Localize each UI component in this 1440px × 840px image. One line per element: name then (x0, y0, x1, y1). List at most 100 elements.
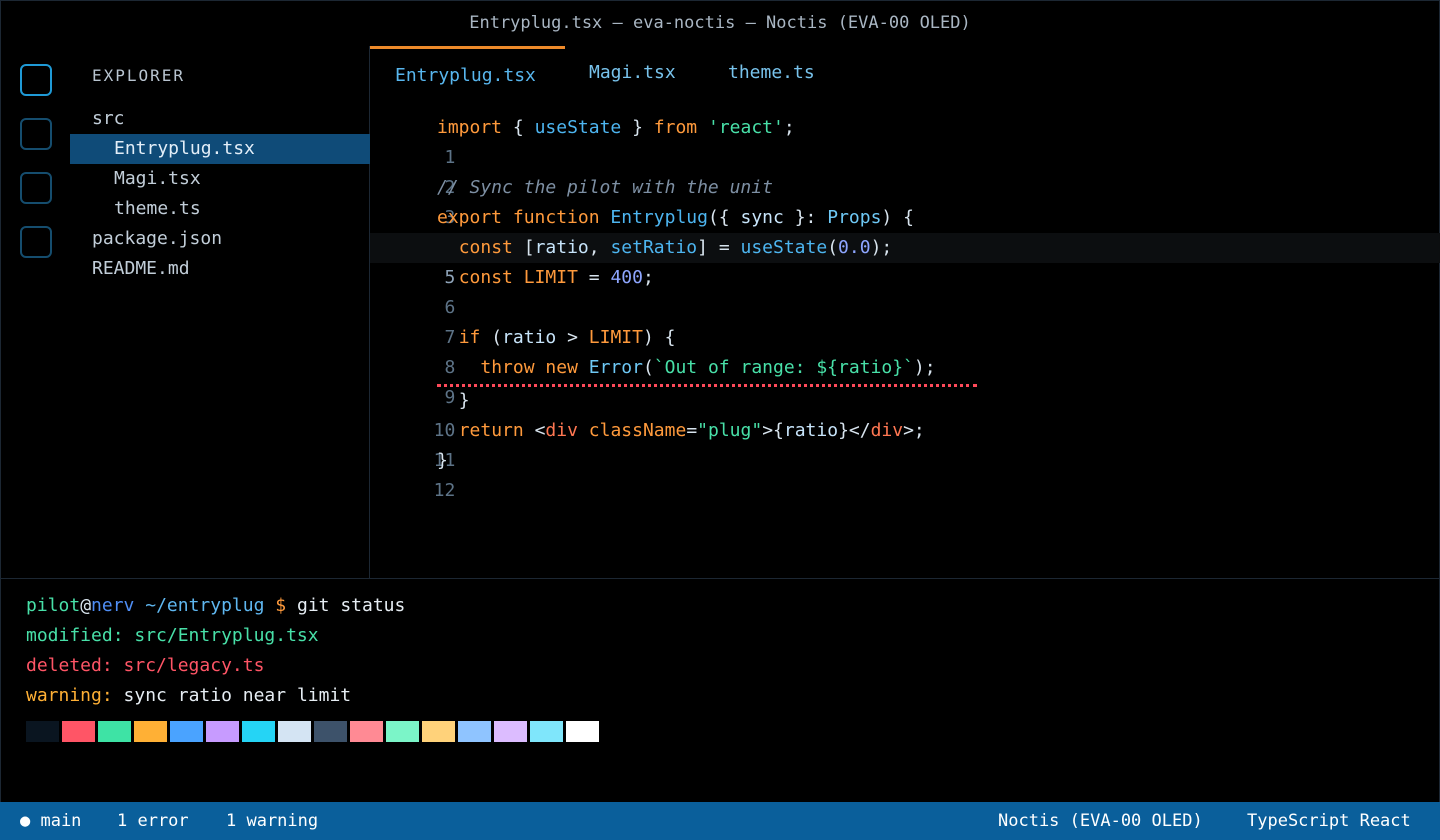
code-token: const (458, 237, 513, 258)
code-comment: // Sync the pilot with the unit (437, 177, 773, 198)
source-control-icon[interactable] (20, 172, 52, 204)
terminal-user: pilot (26, 595, 81, 616)
code-token: >; (903, 420, 925, 441)
code-token: ] = (697, 237, 730, 258)
code-token: } (437, 450, 448, 471)
color-palette (26, 721, 602, 742)
tab-entryplug[interactable]: Entryplug.tsx (370, 46, 565, 98)
code-token: ratio (783, 420, 839, 441)
tab-theme[interactable]: theme.ts (728, 46, 815, 98)
code-token: Props (827, 207, 882, 228)
code-token: new (545, 357, 578, 378)
palette-swatch (314, 721, 347, 742)
code-token: div (870, 420, 904, 441)
code-token: setRatio (610, 237, 698, 258)
tree-file-magi[interactable]: Magi.tsx (70, 164, 370, 194)
code-token: ) { (642, 327, 676, 348)
code-token: throw (480, 357, 535, 378)
code-token: ({ (707, 207, 730, 228)
extensions-icon[interactable] (20, 226, 52, 258)
palette-swatch (458, 721, 491, 742)
explorer-title: EXPLORER (92, 66, 186, 85)
explorer-icon[interactable] (20, 64, 52, 96)
code-token: useState (740, 237, 828, 258)
code-token: } (632, 117, 643, 138)
terminal-panel[interactable]: pilot@nerv ~/entryplug $ git status modi… (0, 578, 1440, 802)
code-token: >{ (762, 420, 784, 441)
code-line-error: 9 throw new Error(`Out of range: ${ratio… (370, 353, 1440, 408)
code-token: div (545, 420, 578, 441)
code-token: = (588, 267, 600, 288)
terminal-warning-label: warning: (26, 685, 113, 706)
palette-swatch (242, 721, 275, 742)
code-token: ; (642, 267, 654, 288)
palette-swatch (278, 721, 311, 742)
code-token: LIMIT (523, 267, 578, 288)
window-title: Entryplug.tsx — eva-noctis — Noctis (EVA… (469, 13, 971, 33)
code-token: export (437, 207, 503, 228)
code-token: import (437, 117, 503, 138)
code-line: 3 // Sync the pilot with the unit (370, 173, 1440, 228)
palette-swatch (494, 721, 527, 742)
terminal-host: nerv (91, 595, 135, 616)
code-token: from (653, 117, 698, 138)
terminal-warning-line: warning: sync ratio near limit (26, 681, 351, 711)
code-line: 2 (370, 143, 1440, 198)
terminal-command: git status (296, 595, 406, 616)
code-token: "plug" (697, 420, 763, 441)
code-token: }: (794, 207, 817, 228)
editor-tabs: Entryplug.tsx Magi.tsx theme.ts (370, 46, 1440, 98)
palette-swatch (422, 721, 455, 742)
search-icon[interactable] (20, 118, 52, 150)
terminal-prompt-symbol: $ (275, 595, 287, 616)
tree-file-package-json[interactable]: package.json (70, 224, 370, 254)
code-token: ); (913, 357, 936, 378)
explorer-sidebar: EXPLORER src Entryplug.tsx Magi.tsx them… (70, 46, 370, 578)
tree-file-theme[interactable]: theme.ts (70, 194, 370, 224)
palette-swatch (566, 721, 599, 742)
palette-swatch (170, 721, 203, 742)
code-token: if (458, 327, 481, 348)
code-line: 7 (370, 293, 1440, 348)
tree-file-readme[interactable]: README.md (70, 254, 370, 284)
code-token: 400 (610, 267, 643, 288)
tree-file-entryplug[interactable]: Entryplug.tsx (70, 134, 370, 164)
code-token: ( (827, 237, 839, 258)
activity-bar (0, 46, 70, 578)
code-token: ); (870, 237, 893, 258)
palette-swatch (206, 721, 239, 742)
code-line: 12 } (370, 446, 1440, 501)
code-token: < (534, 420, 546, 441)
palette-swatch (26, 721, 59, 742)
tab-magi[interactable]: Magi.tsx (589, 46, 676, 98)
code-token: function (512, 207, 600, 228)
code-token: Entryplug (610, 207, 708, 228)
status-theme[interactable]: Noctis (EVA-00 OLED) (998, 802, 1203, 840)
status-branch[interactable]: ● main (20, 802, 81, 840)
palette-swatch (98, 721, 131, 742)
palette-swatch (350, 721, 383, 742)
code-line: 6 const LIMIT = 400; (370, 263, 1440, 318)
code-line: 8 if (ratio > LIMIT) { (370, 323, 1440, 378)
error-squiggle (437, 384, 977, 387)
code-token: ratio (502, 327, 557, 348)
code-token: { (512, 117, 524, 138)
status-language[interactable]: TypeScript React (1247, 802, 1411, 840)
status-warnings[interactable]: 1 warning (226, 802, 318, 840)
code-line: 10 } (370, 386, 1440, 441)
code-line: 11 return <div className="plug">{ratio}<… (370, 416, 1440, 471)
palette-swatch (62, 721, 95, 742)
terminal-at: @ (80, 595, 92, 616)
code-line: 1 import { useState } from 'react'; (370, 113, 1440, 168)
code-token: ) { (881, 207, 914, 228)
code-editor[interactable]: 1 import { useState } from 'react'; 2 3 … (370, 98, 1440, 578)
code-token: > (567, 327, 578, 348)
code-token: LIMIT (588, 327, 643, 348)
code-line-current: 5 const [ratio, setRatio] = useState(0.0… (370, 233, 1440, 288)
status-errors[interactable]: 1 error (117, 802, 189, 840)
tree-folder-src[interactable]: src (70, 104, 370, 134)
code-token: className (588, 420, 687, 441)
code-token: = (686, 420, 698, 441)
terminal-modified-line: modified: src/Entryplug.tsx (26, 625, 319, 646)
line-number: 12 (433, 480, 456, 501)
